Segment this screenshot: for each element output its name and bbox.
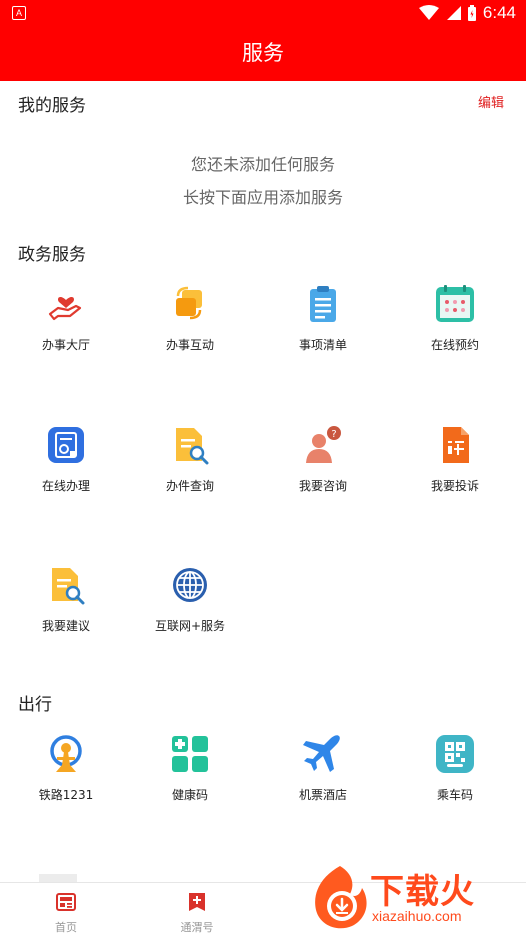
tab-tongwei[interactable]: 通渭号 (152, 891, 242, 935)
watermark-title: 下载火 (370, 872, 475, 912)
travel-title: 出行 (18, 695, 52, 715)
edit-button[interactable]: 编辑 (478, 92, 504, 111)
service-label: 我要建议 (41, 619, 90, 633)
service-tile-hall[interactable]: 办事大厅 (0, 284, 132, 353)
hand-heart-icon (48, 296, 82, 321)
service-label: 在线预约 (430, 338, 479, 352)
service-label: 互联网+服务 (154, 619, 226, 633)
airplane-icon (303, 735, 340, 772)
service-label: 办件查询 (165, 479, 214, 493)
calendar-icon (436, 285, 474, 322)
service-tile-appointment[interactable]: 在线预约 (389, 284, 521, 353)
service-tile-consult[interactable]: ? 我要咨询 (257, 425, 389, 494)
watermark-url: xiazaihuo.com (372, 908, 462, 924)
app-notification-icon: A (12, 6, 26, 20)
service-label: 我要投诉 (430, 479, 479, 493)
globe-icon (173, 568, 207, 602)
railway-icon (50, 735, 82, 772)
travel-tile-ride-code[interactable]: 乘车码 (389, 734, 521, 803)
partially-visible-tile (39, 874, 77, 882)
empty-hint-line2: 长按下面应用添加服务 (182, 188, 343, 207)
page-title: 服务 (0, 26, 526, 81)
complaint-icon (443, 427, 469, 463)
service-label: 我要咨询 (298, 479, 347, 493)
empty-hint-line1: 您还未添加任何服务 (190, 155, 335, 174)
plus-account-icon (189, 893, 205, 911)
health-code-icon (172, 736, 208, 772)
interaction-icon (176, 286, 202, 320)
my-services-title: 我的服务 (18, 96, 86, 116)
service-tile-interaction[interactable]: 办事互动 (124, 284, 256, 353)
consult-person-icon: ? (306, 426, 341, 463)
home-news-icon (56, 893, 76, 911)
wifi-icon (418, 5, 439, 20)
service-tile-internet-plus[interactable]: 互联网+服务 (124, 565, 256, 634)
tab-home[interactable]: 首页 (21, 891, 111, 935)
service-label: 办事大厅 (41, 338, 90, 352)
watermark: 下载火 xiazaihuo.com (308, 862, 526, 934)
service-tile-online[interactable]: 在线办理 (0, 425, 132, 494)
suggestion-search-icon (52, 568, 85, 605)
service-label: 在线办理 (41, 479, 90, 493)
service-tile-query[interactable]: 办件查询 (124, 425, 256, 494)
service-tile-suggestion[interactable]: 我要建议 (0, 565, 132, 634)
service-tile-complaint[interactable]: 我要投诉 (389, 425, 521, 494)
travel-tile-flight-hotel[interactable]: 机票酒店 (257, 734, 389, 803)
service-label: 乘车码 (436, 788, 473, 802)
service-label: 事项清单 (298, 338, 347, 352)
service-label: 机票酒店 (298, 788, 347, 802)
service-tile-checklist[interactable]: 事项清单 (257, 284, 389, 353)
service-label: 铁路1231 (38, 788, 94, 802)
service-label: 健康码 (171, 788, 208, 802)
service-label: 办事互动 (165, 338, 214, 352)
battery-icon (467, 4, 476, 21)
document-search-icon (176, 428, 209, 465)
status-icons: 6:44 (418, 3, 516, 23)
travel-tile-health-code[interactable]: 健康码 (124, 734, 256, 803)
travel-tile-railway[interactable]: 铁路1231 (0, 734, 132, 803)
signal-icon (446, 6, 461, 20)
document-stamp-icon (48, 427, 84, 463)
clock-time: 6:44 (482, 3, 516, 22)
tab-label: 首页 (55, 921, 77, 934)
ride-code-icon (436, 735, 474, 773)
flame-logo-icon (315, 866, 367, 929)
gov-services-title: 政务服务 (18, 245, 86, 265)
svg-text:?: ? (331, 429, 336, 440)
tab-label: 通渭号 (180, 921, 214, 934)
status-bar: A 6:44 (0, 0, 526, 26)
clipboard-list-icon (310, 286, 336, 322)
